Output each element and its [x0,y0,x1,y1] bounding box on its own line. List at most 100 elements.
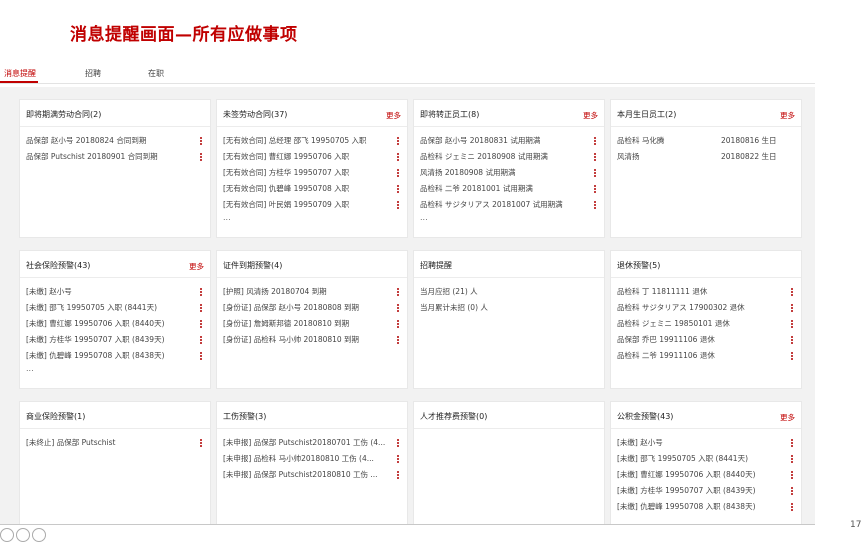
circle-icon [32,528,46,542]
list-item[interactable]: [无有效合同] 方桂华 19950707 入职 [223,165,401,181]
list-item[interactable]: 品检科 二爷 20181001 试用期满 [420,181,598,197]
card-title: 工伤预警(3) [223,412,267,421]
more-vert-icon[interactable] [789,503,795,512]
list-item[interactable]: 品保部 Putschist 20180901 合同到期 [26,149,204,165]
more-vert-icon[interactable] [198,304,204,313]
more-vert-icon[interactable] [789,288,795,297]
more-vert-icon[interactable] [198,352,204,361]
more-vert-icon[interactable] [198,439,204,448]
more-vert-icon[interactable] [395,320,401,329]
card-birthdays: 本月生日员工(2) 更多 品检科 马化腾 20180816 生日 风清扬 20180… [610,99,802,238]
more-vert-icon[interactable] [395,137,401,146]
more-link[interactable]: 更多 [583,110,598,121]
list-item[interactable]: 当月应招 (21) 人 [420,284,598,300]
more-vert-icon[interactable] [198,137,204,146]
list-item[interactable]: [未申报] 品检科 马小帅20180810 工伤 (4... [223,451,401,467]
more-vert-icon[interactable] [395,439,401,448]
list-item[interactable]: [未缴] 方桂华 19950707 入职 (8439天) [26,332,204,348]
list-item[interactable]: 品检科 サジタリアス 20181007 试用期满 [420,197,598,213]
slide-controls [0,527,100,542]
more-vert-icon[interactable] [592,169,598,178]
more-vert-icon[interactable] [789,320,795,329]
list-item[interactable]: [未终止] 品保部 Putschist [26,435,204,451]
list-item[interactable]: [未缴] 曹红娜 19950706 入职 (8440天) [617,467,795,483]
list-item[interactable]: 品保部 赵小号 20180831 试用期满 [420,133,598,149]
list-item[interactable]: 风清扬 20180822 生日 [617,149,795,165]
more-vert-icon[interactable] [395,153,401,162]
page-number: 17 [850,520,862,530]
list-item[interactable]: 风清扬 20180908 试用期满 [420,165,598,181]
more-vert-icon[interactable] [395,471,401,480]
card-title: 公积金预警(43) [617,412,674,421]
list-item[interactable]: [未申报] 品保部 Putschist20180701 工伤 (4... [223,435,401,451]
list-item[interactable]: 品检科 ジェミニ 19850101 退休 [617,316,795,332]
more-vert-icon[interactable] [789,336,795,345]
list-item[interactable]: [未缴] 赵小号 [26,284,204,300]
more-link[interactable]: 更多 [780,110,795,121]
more-link[interactable]: 更多 [386,110,401,121]
list-item[interactable]: [未缴] 邵飞 19950705 入职 (8441天) [617,451,795,467]
list-item[interactable]: [未缴] 赵小号 [617,435,795,451]
more-vert-icon[interactable] [198,153,204,162]
list-item[interactable]: 品检科 二爷 19911106 退休 [617,348,795,364]
more-vert-icon[interactable] [198,288,204,297]
list-item[interactable]: 品检科 ジェミニ 20180908 试用期满 [420,149,598,165]
list-item[interactable]: [未缴] 仇碧峰 19950708 入职 (8438天) [617,499,795,515]
more-vert-icon[interactable] [592,185,598,194]
list-item[interactable]: [未申报] 品保部 Putschist20180810 工伤 ... [223,467,401,483]
card-title: 证件到期预警(4) [223,261,283,270]
list-item[interactable]: 品保部 赵小号 20180824 合同到期 [26,133,204,149]
list-item[interactable]: [身份证] 品检科 马小帅 20180810 到期 [223,332,401,348]
tab-recruitment[interactable]: 招聘 [85,68,101,79]
card-title: 人才推荐费预警(0) [420,412,488,421]
more-vert-icon[interactable] [395,304,401,313]
more-vert-icon[interactable] [198,336,204,345]
card-title: 社会保险预警(43) [26,261,91,270]
card-title: 退休预警(5) [617,261,661,270]
list-item[interactable]: [未缴] 曹红娜 19950706 入职 (8440天) [26,316,204,332]
list-item[interactable]: [未缴] 仇碧峰 19950708 入职 (8438天) [26,348,204,364]
list-item[interactable]: [未缴] 方桂华 19950707 入职 (8439天) [617,483,795,499]
tab-message-reminder[interactable]: 消息提醒 [4,68,36,79]
more-link[interactable]: 更多 [189,261,204,272]
more-ellipsis: ... [26,364,34,373]
list-item[interactable]: [无有效合同] 曹红娜 19950706 入职 [223,149,401,165]
list-item[interactable]: 品保部 乔巴 19911106 退休 [617,332,795,348]
more-vert-icon[interactable] [395,455,401,464]
more-vert-icon[interactable] [395,201,401,210]
card-expiring-contracts: 即将期满劳动合同(2) 品保部 赵小号 20180824 合同到期 品保部 Pu… [19,99,211,238]
more-vert-icon[interactable] [592,137,598,146]
more-vert-icon[interactable] [395,336,401,345]
more-vert-icon[interactable] [789,304,795,313]
list-item[interactable]: [无有效合同] 仇碧峰 19950708 入职 [223,181,401,197]
list-item[interactable]: [无有效合同] 总经理 邵飞 19950705 入职 [223,133,401,149]
more-vert-icon[interactable] [395,185,401,194]
tab-on-job[interactable]: 在职 [148,68,164,79]
list-item[interactable]: 品检科 サジタリアス 17900302 退休 [617,300,795,316]
list-item[interactable]: 品检科 马化腾 20180816 生日 [617,133,795,149]
more-vert-icon[interactable] [789,439,795,448]
card-commercial-insurance: 商业保险预警(1) [未终止] 品保部 Putschist [19,401,211,524]
card-document-expiry: 证件到期预警(4) [护照] 风清扬 20180704 到期 [身份证] 品保部… [216,250,408,389]
card-retirement: 退休预警(5) 品检科 丁 11811111 退休 品检科 サジタリアス 179… [610,250,802,389]
list-item[interactable]: 品检科 丁 11811111 退休 [617,284,795,300]
more-ellipsis: ... [420,213,428,222]
more-vert-icon[interactable] [592,153,598,162]
list-item[interactable]: [未缴] 邵飞 19950705 入职 (8441天) [26,300,204,316]
list-item[interactable]: [无有效合同] 叶民娟 19950709 入职 [223,197,401,213]
list-item[interactable]: [身份证] 詹姆斯邦德 20180810 到期 [223,316,401,332]
more-vert-icon[interactable] [198,320,204,329]
more-vert-icon[interactable] [789,352,795,361]
page-title: 消息提醒画面—所有应做事项 [70,25,298,45]
more-vert-icon[interactable] [789,471,795,480]
list-item[interactable]: [身份证] 品保部 赵小号 20180808 到期 [223,300,401,316]
more-vert-icon[interactable] [395,169,401,178]
list-item[interactable]: [护照] 风清扬 20180704 到期 [223,284,401,300]
more-vert-icon[interactable] [789,455,795,464]
list-item[interactable]: 当月累计未招 (0) 人 [420,300,598,316]
more-vert-icon[interactable] [395,288,401,297]
card-unsigned-contracts: 未签劳动合同(37) 更多 [无有效合同] 总经理 邵飞 19950705 入职… [216,99,408,238]
more-vert-icon[interactable] [592,201,598,210]
more-link[interactable]: 更多 [780,412,795,423]
more-vert-icon[interactable] [789,487,795,496]
